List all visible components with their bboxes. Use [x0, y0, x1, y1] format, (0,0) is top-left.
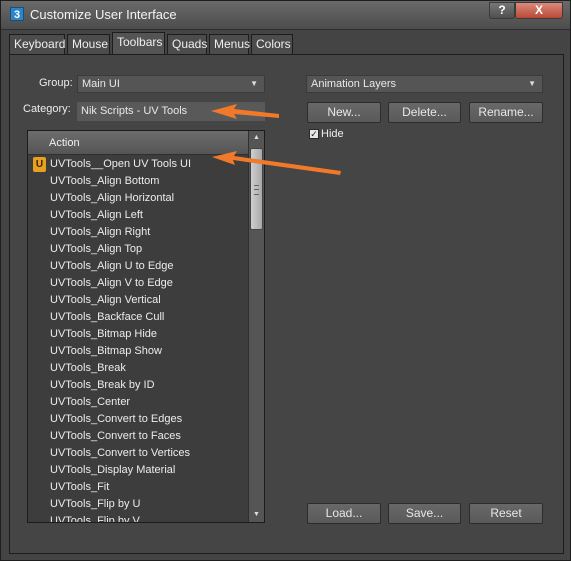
annotation-arrow-open-ui	[212, 151, 341, 175]
annotation-arrow-category	[211, 104, 279, 119]
customize-ui-window: 3 Customize User Interface ? X Keyboard …	[0, 0, 571, 561]
annotation-arrows	[211, 104, 341, 175]
